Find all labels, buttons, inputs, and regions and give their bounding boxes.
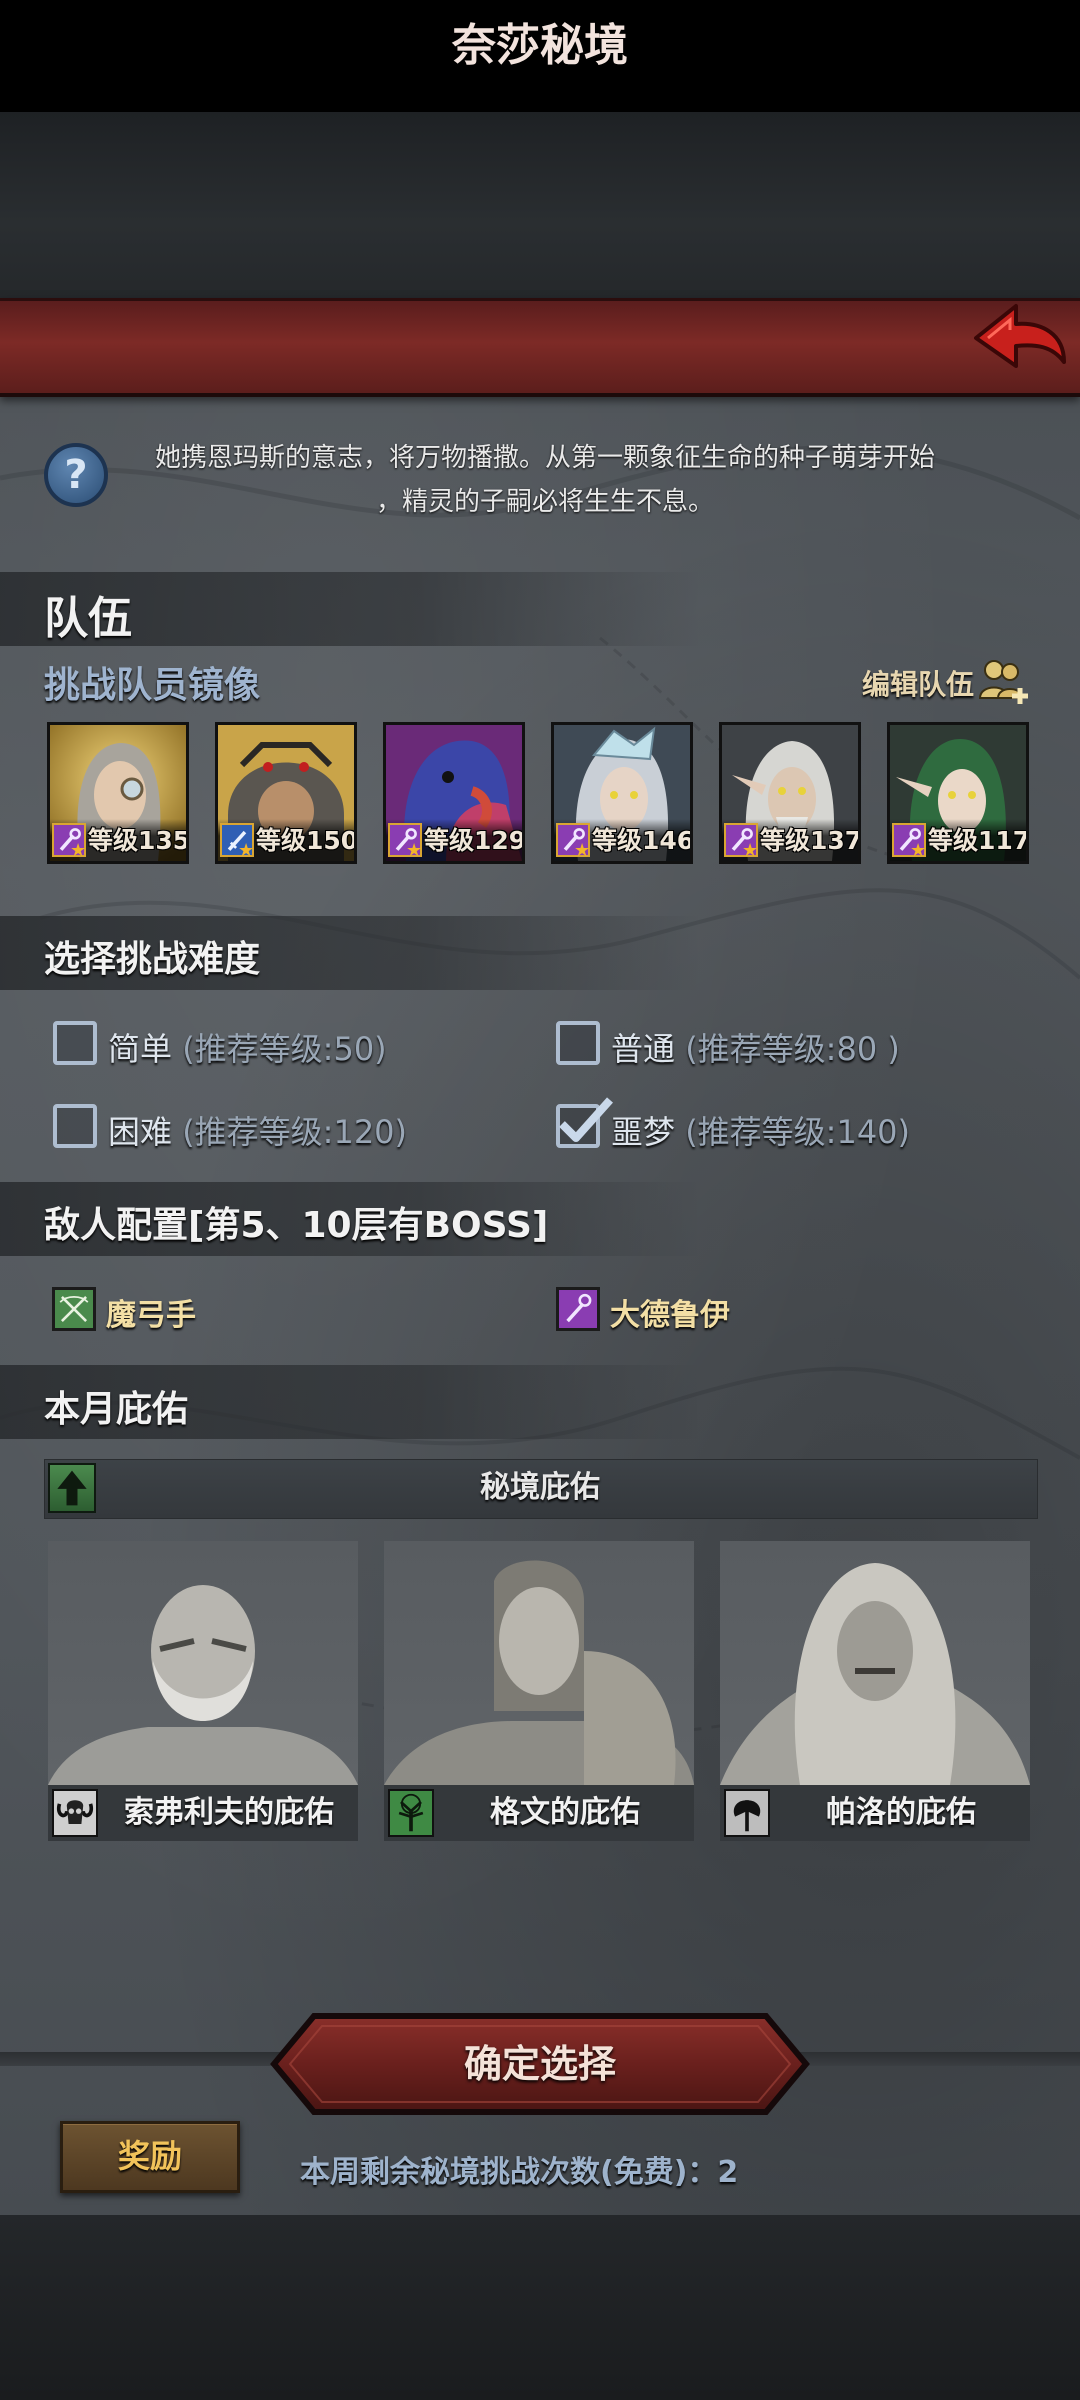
axe-icon	[724, 1789, 770, 1837]
remaining-attempts: 本周剩余秘境挑战次数(免费)：2	[300, 2155, 739, 2190]
blessing-name: 格文的庇佑	[490, 1795, 640, 1830]
recommended-level: (推荐等级:80 )	[685, 1030, 900, 1068]
hero-level: 等级146	[592, 826, 693, 855]
blessing-caption: 索弗利夫的庇佑	[48, 1785, 358, 1841]
team-mirror-subtitle: 挑战队员镜像	[44, 665, 261, 706]
bow-icon	[52, 1287, 96, 1331]
hero-level: 等级129	[424, 826, 525, 855]
edit-team-button[interactable]: 编辑队伍	[862, 663, 974, 703]
star-icon: ★	[574, 840, 591, 861]
star-icon: ★	[70, 840, 87, 861]
blessing-section-title: 本月庇佑	[44, 1389, 189, 1430]
blessing-name: 索弗利夫的庇佑	[124, 1795, 334, 1830]
blessing-card-3[interactable]: 帕洛的庇佑	[720, 1541, 1030, 1841]
recommended-level: (推荐等级:120)	[182, 1113, 408, 1151]
recommended-level: (推荐等级:50)	[182, 1030, 387, 1068]
help-icon[interactable]: ?	[44, 443, 108, 507]
hero-level: 等级137	[760, 826, 861, 855]
enemy-type-druid: 大德鲁伊	[610, 1298, 730, 1333]
blessing-card-2[interactable]: 格文的庇佑	[384, 1541, 694, 1841]
difficulty-name: 噩梦	[611, 1113, 676, 1151]
difficulty-nightmare-checkbox[interactable]	[556, 1097, 613, 1148]
hero-card-1[interactable]: ★ 等级135	[47, 722, 189, 864]
blessing-card-1[interactable]: 索弗利夫的庇佑	[48, 1541, 358, 1841]
difficulty-hard-label[interactable]: 困难 (推荐等级:120)	[108, 1107, 407, 1153]
team-edit-icon[interactable]	[978, 658, 1030, 706]
hero-card-4[interactable]: ★ 等级146	[551, 722, 693, 864]
recommended-level: (推荐等级:140)	[685, 1113, 911, 1151]
hero-card-3[interactable]: ★ 等级129	[383, 722, 525, 864]
description-line-2: ，精灵的子嗣必将生生不息。	[375, 487, 714, 517]
difficulty-hard-checkbox[interactable]	[53, 1104, 97, 1148]
checkmark-icon	[559, 1097, 613, 1142]
hero-level: 等级117	[928, 826, 1029, 855]
blessing-name: 帕洛的庇佑	[826, 1795, 976, 1830]
description-line-1: 她携恩玛斯的意志，将万物播撒。从第一颗象征生命的种子萌芽开始	[154, 443, 935, 473]
background-top	[0, 112, 1080, 298]
difficulty-name: 普通	[611, 1030, 676, 1068]
hero-card-5[interactable]: ★ 等级137	[719, 722, 861, 864]
hero-level: 等级135	[88, 826, 189, 855]
tree-icon	[388, 1789, 434, 1837]
ram-skull-icon	[52, 1789, 98, 1837]
star-icon: ★	[406, 840, 423, 861]
hero-card-6[interactable]: ★ 等级117	[887, 722, 1029, 864]
star-icon: ★	[742, 840, 759, 861]
blessing-bar-label: 秘境庇佑	[480, 1470, 600, 1505]
background-bottom	[0, 2215, 1080, 2400]
difficulty-easy-label[interactable]: 简单 (推荐等级:50)	[108, 1024, 387, 1070]
staff-icon	[556, 1287, 600, 1331]
confirm-button[interactable]: 确定选择	[270, 2012, 810, 2116]
difficulty-name: 困难	[108, 1113, 173, 1151]
hero-card-2[interactable]: ★ 等级150	[215, 722, 357, 864]
difficulty-easy-checkbox[interactable]	[53, 1021, 97, 1065]
star-icon: ★	[238, 840, 255, 861]
blessing-caption: 格文的庇佑	[384, 1785, 694, 1841]
blessing-caption: 帕洛的庇佑	[720, 1785, 1030, 1841]
title-bar	[0, 298, 1080, 397]
team-section-title: 队伍	[44, 593, 132, 644]
enemy-type-archer: 魔弓手	[106, 1298, 196, 1333]
page-title: 奈莎秘境	[452, 20, 628, 71]
difficulty-normal-checkbox[interactable]	[556, 1021, 600, 1065]
difficulty-name: 简单	[108, 1030, 173, 1068]
dungeon-description: 她携恩玛斯的意志，将万物播撒。从第一颗象征生命的种子萌芽开始 ，精灵的子嗣必将生…	[130, 436, 960, 524]
reward-button[interactable]: 奖励	[60, 2121, 240, 2193]
star-icon: ★	[910, 840, 927, 861]
difficulty-normal-label[interactable]: 普通 (推荐等级:80 )	[611, 1024, 900, 1070]
enemy-section-title: 敌人配置[第5、10层有BOSS]	[44, 1205, 549, 1246]
hero-level: 等级150	[256, 826, 357, 855]
difficulty-nightmare-label[interactable]: 噩梦 (推荐等级:140)	[611, 1107, 910, 1153]
difficulty-section-title: 选择挑战难度	[44, 939, 261, 980]
back-arrow-icon[interactable]	[970, 300, 1070, 384]
